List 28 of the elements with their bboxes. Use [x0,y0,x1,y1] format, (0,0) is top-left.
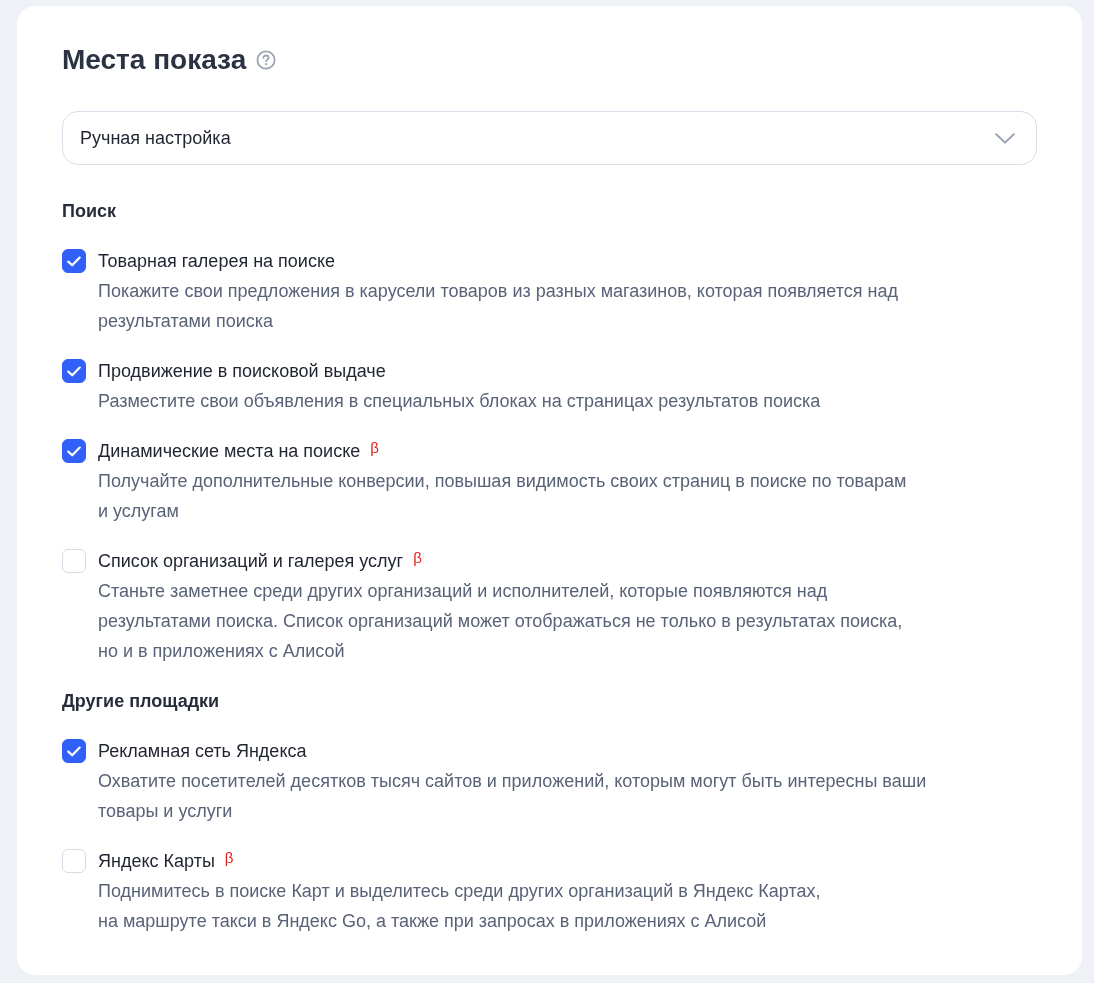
checkbox[interactable] [62,359,86,383]
chevron-down-icon [995,132,1015,144]
option-description: Поднимитесь в поиске Карт и выделитесь среди других организаций в Яндекс Картах, на маршруте такси в Яндекс Go, а также при запросах в приложениях с Алисой [98,880,822,933]
section-title: Места показа [62,43,247,77]
checkmark-icon [67,365,81,377]
checkmark-icon [67,255,81,267]
group-heading: Другие площадки [62,690,221,713]
checkbox[interactable] [62,439,86,463]
option-description: Покажите свои предложения в карусели товаров из разных магазинов, которая появляется над результатами поиска [98,280,899,333]
beta-mark: β [370,438,379,458]
checkmark-icon [67,445,81,457]
option-label[interactable]: Список организаций и галерея услуг [98,546,404,576]
beta-mark: β [413,548,422,568]
option-label[interactable]: Динамические места на поиске [98,436,361,466]
checkbox[interactable] [62,249,86,273]
placement-mode-select[interactable]: Ручная настройка [62,111,1037,165]
checkmark-icon [67,745,81,757]
option-description: Разместите свои объявления в специальных блоках на страницах результатов поиска [98,390,822,413]
option-label[interactable]: Продвижение в поисковой выдаче [98,356,386,386]
option-description: Станьте заметнее среди других организаций и исполнителей, которые появляются над результатами поиска. Список организаций может отображаться не только в результатах поиска, но и в приложениях с Алисой [98,580,904,663]
option-label[interactable]: Рекламная сеть Яндекса [98,736,307,766]
option-description: Получайте дополнительные конверсии, повышая видимость своих страниц в поиске по товарам и услугам [98,470,908,523]
checkbox[interactable] [62,739,86,763]
option-label[interactable]: Яндекс Карты [98,846,215,876]
option-description: Охватите посетителей десятков тысяч сайтов и приложений, которым могут быть интересны ваши товары и услуги [98,770,928,823]
option-label[interactable]: Товарная галерея на поиске [98,246,335,276]
group-heading: Поиск [62,200,118,223]
beta-mark: β [224,848,234,868]
